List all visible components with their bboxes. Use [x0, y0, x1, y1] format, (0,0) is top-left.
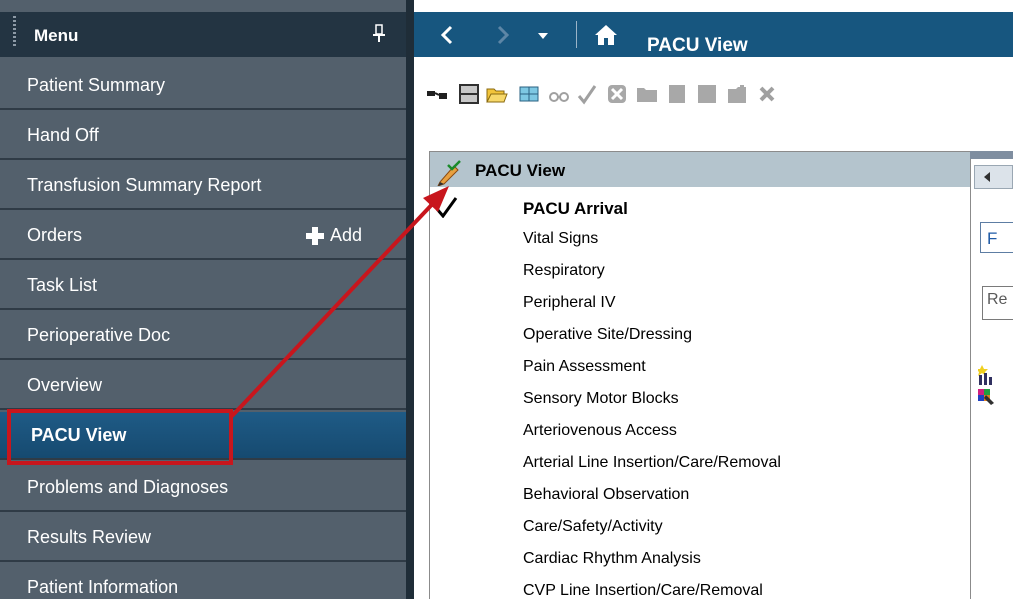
home-icon[interactable] — [594, 24, 618, 46]
section-item[interactable]: Arteriovenous Access — [523, 422, 677, 440]
menu-item-overview[interactable]: Overview — [0, 362, 406, 410]
menu-item-orders[interactable]: Orders Add — [0, 212, 406, 260]
section-item[interactable]: Vital Signs — [523, 230, 598, 248]
section-item[interactable]: Sensory Motor Blocks — [523, 390, 679, 408]
close-icon[interactable] — [756, 83, 778, 105]
section-item[interactable]: Arterial Line Insertion/Care/Removal — [523, 454, 781, 472]
section-pacu-arrival[interactable]: PACU Arrival — [523, 199, 628, 219]
section-item[interactable]: Cardiac Rhythm Analysis — [523, 550, 701, 568]
document-icon[interactable] — [666, 83, 688, 105]
panel-header: PACU View — [430, 152, 970, 187]
page-title: PACU View — [647, 35, 748, 56]
section-item[interactable]: Pain Assessment — [523, 358, 646, 376]
menu-title: Menu — [34, 26, 79, 45]
grid-icon[interactable] — [518, 83, 540, 105]
result-field-text: Re — [987, 291, 1008, 308]
plus-icon — [306, 227, 324, 245]
section-item[interactable]: Operative Site/Dressing — [523, 326, 692, 344]
flowsheet-icon[interactable] — [978, 365, 1000, 425]
highlight-annotation-box — [7, 409, 233, 465]
block-icon[interactable] — [696, 83, 718, 105]
view-title-bar: PACU View — [414, 12, 1013, 57]
history-dropdown-icon[interactable] — [536, 22, 550, 48]
toolbar-separator — [576, 21, 577, 48]
content-area: PACU View PACU View PACU Arrival Vital S… — [414, 0, 1013, 599]
section-item[interactable]: Behavioral Observation — [523, 486, 689, 504]
drag-grip-icon[interactable] — [13, 16, 16, 46]
section-item[interactable]: Care/Safety/Activity — [523, 518, 663, 536]
filter-field[interactable]: F — [980, 222, 1013, 253]
menu-item-patient-information[interactable]: Patient Information — [0, 564, 406, 599]
section-item[interactable]: Respiratory — [523, 262, 605, 280]
result-field[interactable]: Re — [982, 286, 1013, 320]
menu-item-results-review[interactable]: Results Review — [0, 514, 406, 562]
menu-item-label: Perioperative Doc — [27, 325, 171, 345]
menu-item-label: Overview — [27, 375, 103, 395]
menu-item-hand-off[interactable]: Hand Off — [0, 112, 406, 160]
splitter-bar[interactable] — [406, 0, 414, 599]
panel-title: PACU View — [475, 161, 566, 180]
link-icon[interactable] — [426, 83, 448, 105]
back-icon[interactable] — [438, 22, 456, 48]
documentation-panel: PACU View PACU Arrival Vital Signs Respi… — [429, 151, 971, 599]
filter-field-text: F — [987, 229, 998, 248]
pencil-check-icon — [437, 160, 461, 186]
scroll-left-button[interactable] — [974, 165, 1013, 189]
menu-item-label: Problems and Diagnoses — [27, 477, 229, 497]
navigation-menu: Menu Patient Summary Hand Off Transfusio… — [0, 0, 406, 599]
pin-icon[interactable] — [372, 24, 386, 42]
layout-icon[interactable] — [458, 83, 480, 105]
menu-item-label: Orders — [27, 225, 83, 245]
menu-item-label: Patient Information — [27, 577, 179, 597]
glasses-icon[interactable] — [548, 83, 570, 105]
section-item[interactable]: Peripheral IV — [523, 294, 616, 312]
adjacent-pane: F Re — [970, 151, 1013, 599]
cancel-icon[interactable] — [606, 83, 628, 105]
checkmark-icon — [435, 197, 458, 218]
menu-item-label: Hand Off — [27, 125, 99, 145]
forward-icon[interactable] — [494, 22, 512, 48]
clipboard-icon[interactable] — [726, 83, 748, 105]
checkmark-icon[interactable] — [576, 83, 598, 105]
menu-item-problems-and-diagnoses[interactable]: Problems and Diagnoses — [0, 464, 406, 512]
menu-item-label: Patient Summary — [27, 75, 166, 95]
menu-item-transfusion-summary-report[interactable]: Transfusion Summary Report — [0, 162, 406, 210]
chevron-left-icon — [984, 172, 990, 182]
documentation-toolbar — [414, 79, 1013, 111]
pane-header — [970, 151, 1013, 159]
menu-item-perioperative-doc[interactable]: Perioperative Doc — [0, 312, 406, 360]
section-item[interactable]: CVP Line Insertion/Care/Removal — [523, 582, 763, 599]
open-folder-icon[interactable] — [486, 83, 508, 105]
menu-item-task-list[interactable]: Task List — [0, 262, 406, 310]
menu-item-patient-summary[interactable]: Patient Summary — [0, 62, 406, 110]
folder-icon[interactable] — [636, 83, 658, 105]
add-label: Add — [330, 225, 363, 245]
menu-item-label: Task List — [27, 275, 98, 295]
menu-item-label: Transfusion Summary Report — [27, 175, 262, 195]
menu-item-label: Results Review — [27, 527, 152, 547]
